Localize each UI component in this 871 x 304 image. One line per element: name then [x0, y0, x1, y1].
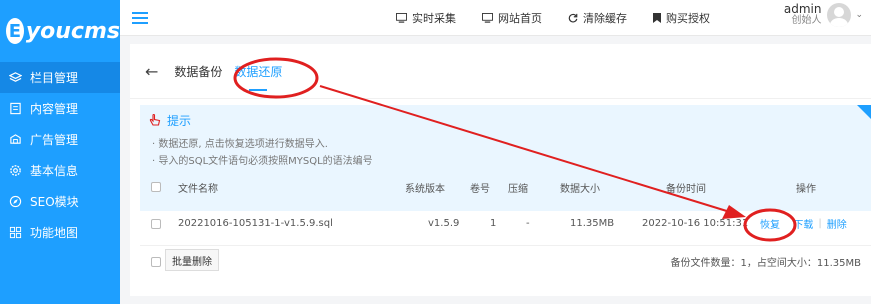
sidebar: E youcms 栏目管理 内容管理 广告管理 基本信息 SEO模块 功能地图 — [0, 0, 120, 304]
ad-icon — [8, 133, 22, 147]
column-header: 系统版本 — [405, 183, 445, 195]
hand-pointer-icon — [149, 114, 161, 127]
restore-link[interactable]: 恢复 — [760, 216, 780, 231]
tab-data-restore[interactable]: 数据还原 — [234, 63, 282, 91]
topbar: 实时采集 网站首页 清除缓存 购买授权 admin 创始人 ⌄ — [120, 0, 871, 36]
back-arrow-icon[interactable]: ← — [145, 62, 158, 81]
top-link-label: 网站首页 — [498, 12, 542, 25]
top-link-label: 实时采集 — [412, 12, 456, 25]
top-link-buy-license[interactable]: 购买授权 — [653, 10, 710, 26]
document-icon — [8, 102, 22, 116]
user-role: 创始人 — [791, 15, 822, 26]
avatar[interactable] — [827, 3, 852, 27]
main-panel: ← 数据备份 数据还原 提示 · 数据还原, 点击恢复选项进行数据导入. · 导… — [130, 44, 871, 296]
sidebar-item-feature-map[interactable]: 功能地图 — [0, 217, 120, 248]
column-header: 数据大小 — [560, 183, 600, 195]
refresh-icon — [568, 13, 578, 23]
backup-time: 2022-10-16 10:51:31 — [642, 218, 749, 229]
delete-link[interactable]: 删除 — [827, 216, 847, 231]
file-name: 20221016-105131-1-v1.5.9.sql — [178, 218, 333, 229]
backup-summary: 备份文件数量：1，占空间大小：11.35MB — [670, 258, 861, 269]
select-all-checkbox[interactable] — [151, 182, 161, 192]
column-header: 备份时间 — [666, 183, 706, 195]
column-header: 操作 — [796, 183, 816, 195]
sidebar-item-label: 栏目管理 — [30, 71, 79, 85]
tab-bar: ← 数据备份 数据还原 — [130, 44, 871, 99]
grid-icon — [8, 226, 22, 240]
top-link-label: 清除缓存 — [583, 12, 627, 25]
sidebar-item-label: 功能地图 — [30, 226, 79, 240]
column-header: 压缩 — [508, 183, 528, 195]
chevron-down-icon[interactable]: ⌄ — [855, 10, 863, 20]
compass-icon — [8, 195, 22, 209]
compress: - — [526, 218, 530, 229]
download-link[interactable]: 下载 — [793, 216, 813, 231]
row-checkbox[interactable] — [151, 218, 161, 229]
data-size: 11.35MB — [570, 218, 615, 229]
top-links: 实时采集 网站首页 清除缓存 购买授权 — [396, 0, 736, 36]
tip-line: · 导入的SQL文件语句必须按照MYSQL的语法编号 — [152, 156, 373, 167]
volume-number: 1 — [490, 218, 497, 229]
column-header: 卷号 — [470, 183, 490, 195]
gear-icon — [8, 164, 22, 178]
logo[interactable]: E youcms — [0, 0, 120, 62]
row-actions: 恢复 | 下载 | 删除 — [760, 202, 847, 245]
sidebar-item-label: 基本信息 — [30, 164, 79, 178]
sidebar-item-label: 内容管理 — [30, 102, 79, 116]
logo-text: youcms — [25, 18, 120, 44]
menu-toggle-icon[interactable] — [132, 11, 148, 24]
footer-checkbox[interactable] — [151, 257, 161, 267]
table-header: 文件名称 系统版本 卷号 压缩 数据大小 备份时间 操作 — [140, 172, 871, 202]
tip-line: · 数据还原, 点击恢复选项进行数据导入. — [152, 139, 328, 150]
logo-mark: E — [6, 18, 24, 44]
sidebar-item-label: 广告管理 — [30, 133, 79, 147]
bookmark-icon — [653, 13, 661, 23]
user-name: admin — [783, 2, 822, 16]
monitor-icon — [396, 13, 407, 23]
separator: | — [818, 218, 822, 229]
tip-title-text: 提示 — [167, 114, 192, 128]
table-row: 20221016-105131-1-v1.5.9.sql v1.5.9 1 - … — [140, 202, 871, 246]
sidebar-item-column-management[interactable]: 栏目管理 — [0, 62, 120, 93]
table-footer: 批量删除 备份文件数量：1，占空间大小：11.35MB — [140, 249, 871, 275]
top-link-site-home[interactable]: 网站首页 — [482, 10, 542, 26]
layers-icon — [8, 71, 22, 85]
corner-marker — [857, 105, 871, 119]
top-link-clear-cache[interactable]: 清除缓存 — [568, 10, 627, 26]
sidebar-item-ad-management[interactable]: 广告管理 — [0, 124, 120, 155]
sidebar-item-basic-info[interactable]: 基本信息 — [0, 155, 120, 186]
top-link-realtime-collect[interactable]: 实时采集 — [396, 10, 456, 26]
sidebar-item-label: SEO模块 — [30, 195, 79, 209]
tip-title: 提示 — [149, 112, 191, 129]
batch-delete-button[interactable]: 批量删除 — [165, 249, 219, 271]
sidebar-item-content-management[interactable]: 内容管理 — [0, 93, 120, 124]
monitor-icon — [482, 13, 493, 23]
tab-data-backup[interactable]: 数据备份 — [174, 63, 222, 80]
sidebar-item-seo[interactable]: SEO模块 — [0, 186, 120, 217]
top-link-label: 购买授权 — [666, 12, 710, 25]
system-version: v1.5.9 — [428, 218, 460, 229]
column-header: 文件名称 — [178, 183, 218, 195]
user-menu[interactable]: admin 创始人 ⌄ — [784, 3, 863, 27]
